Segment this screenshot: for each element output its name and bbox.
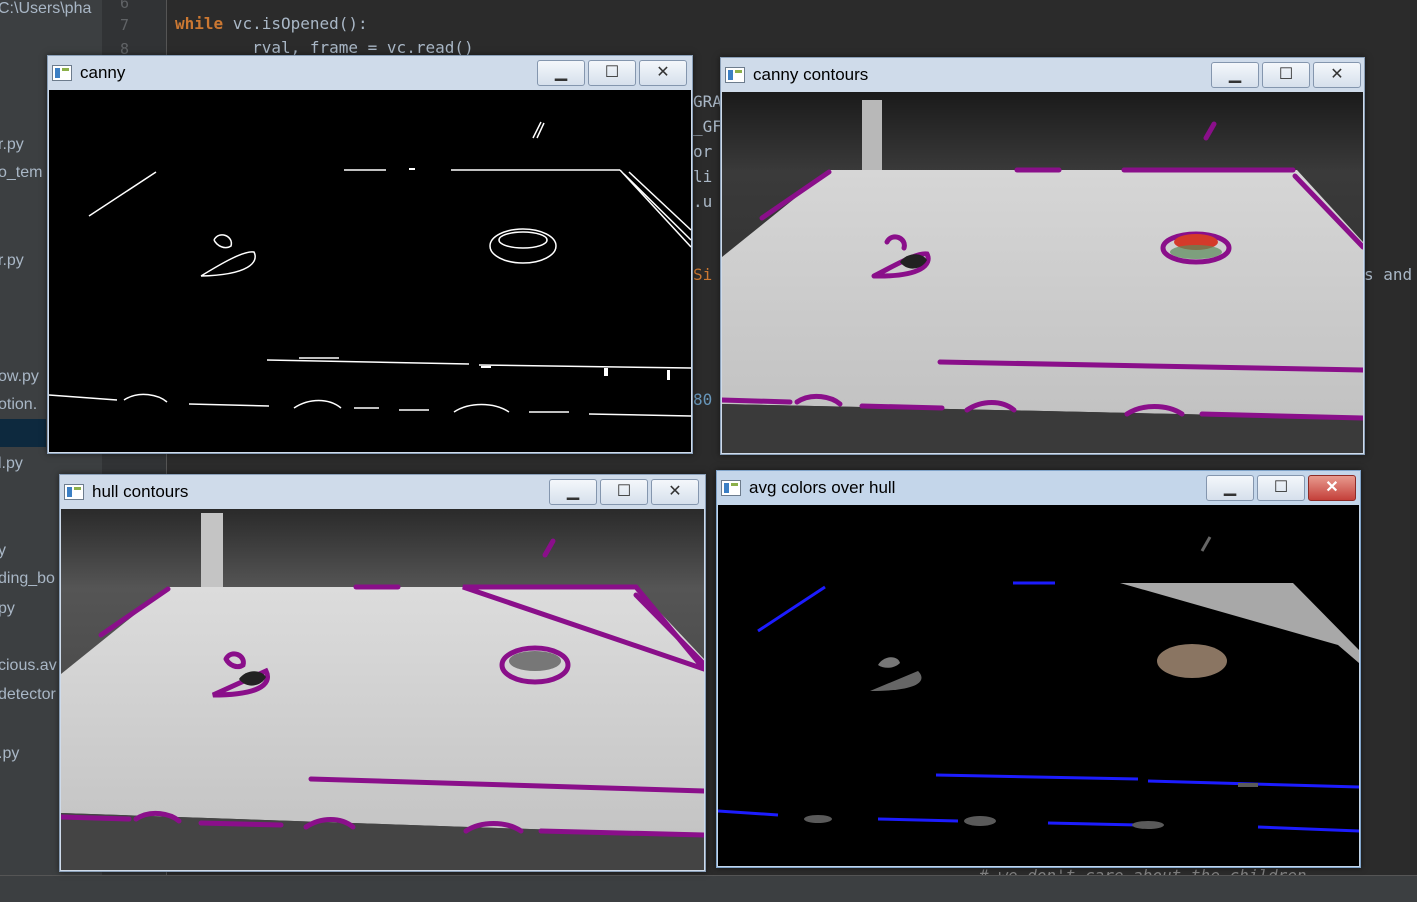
code-fragment-number: 80 — [693, 390, 713, 409]
hull-overlay-image — [61, 509, 704, 870]
minimize-button[interactable]: ▁ — [537, 60, 585, 86]
line-number: 6 — [120, 0, 130, 12]
project-file-item[interactable]: otion. — [0, 396, 37, 414]
project-file-item[interactable]: ow.py — [0, 368, 39, 386]
window-title: avg colors over hull — [749, 478, 896, 497]
window-avg-colors[interactable]: avg colors over hull ▁ ☐ ✕ — [716, 470, 1361, 868]
project-file-item[interactable]: r.py — [0, 136, 24, 154]
titlebar[interactable]: canny ▁ ☐ ✕ — [48, 56, 692, 90]
project-file-item[interactable]: ding_bo — [0, 570, 55, 588]
project-file-item[interactable]: C:\Users\pha — [0, 0, 91, 18]
code-fragment-orange: Si — [693, 265, 713, 284]
code-fragment: li — [693, 167, 713, 186]
maximize-button[interactable]: ☐ — [600, 479, 648, 505]
image-canvas-hull-contours — [61, 509, 704, 870]
window-title: hull contours — [92, 482, 189, 501]
minimize-button[interactable]: ▁ — [549, 479, 597, 505]
close-button[interactable]: ✕ — [651, 479, 699, 505]
project-file-item[interactable]: o_tem — [0, 164, 42, 182]
app-icon — [721, 480, 741, 496]
image-canvas-canny — [49, 90, 691, 452]
maximize-button[interactable]: ☐ — [588, 60, 636, 86]
image-canvas-avg-colors — [718, 505, 1359, 866]
maximize-button[interactable]: ☐ — [1262, 62, 1310, 88]
contours-overlay-image — [722, 92, 1363, 453]
image-canvas-canny-contours — [722, 92, 1363, 453]
window-title: canny contours — [753, 65, 869, 84]
close-button[interactable]: ✕ — [1313, 62, 1361, 88]
app-icon — [725, 67, 745, 83]
canny-edge-image — [49, 90, 691, 452]
project-file-item[interactable]: l.py — [0, 455, 23, 473]
project-file-item[interactable]: cious.av — [0, 657, 57, 675]
minimize-button[interactable]: ▁ — [1211, 62, 1259, 88]
app-icon — [52, 65, 72, 81]
avg-colors-image — [718, 505, 1359, 866]
titlebar[interactable]: avg colors over hull ▁ ☐ ✕ — [717, 471, 1360, 505]
selected-file-highlight — [0, 419, 46, 447]
project-file-item[interactable]: y — [0, 542, 6, 560]
titlebar[interactable]: canny contours ▁ ☐ ✕ — [721, 58, 1364, 92]
project-file-item[interactable]: detector — [0, 686, 56, 704]
window-hull-contours[interactable]: hull contours ▁ ☐ ✕ — [59, 474, 706, 872]
code-fragment: .u — [693, 192, 713, 211]
project-file-item[interactable]: r.py — [0, 252, 24, 270]
titlebar[interactable]: hull contours ▁ ☐ ✕ — [60, 475, 705, 509]
close-button[interactable]: ✕ — [639, 60, 687, 86]
project-file-item[interactable]: .py — [0, 745, 19, 763]
code-fragment: or — [693, 142, 713, 161]
window-canny-contours[interactable]: canny contours ▁ ☐ ✕ — [720, 57, 1365, 455]
code-line-7: while vc.isOpened(): — [175, 14, 368, 33]
window-canny[interactable]: canny ▁ ☐ ✕ — [47, 55, 693, 454]
code-fragment-right: s and — [1364, 265, 1413, 284]
project-file-item[interactable]: py — [0, 600, 15, 618]
close-button[interactable]: ✕ — [1308, 475, 1356, 501]
code-fragment: GRA — [693, 92, 722, 111]
minimize-button[interactable]: ▁ — [1206, 475, 1254, 501]
app-icon — [64, 484, 84, 500]
status-bar — [0, 875, 1417, 902]
window-title: canny — [80, 63, 126, 82]
maximize-button[interactable]: ☐ — [1257, 475, 1305, 501]
line-number: 7 — [120, 16, 130, 34]
code-fragment: _GF — [693, 117, 722, 136]
